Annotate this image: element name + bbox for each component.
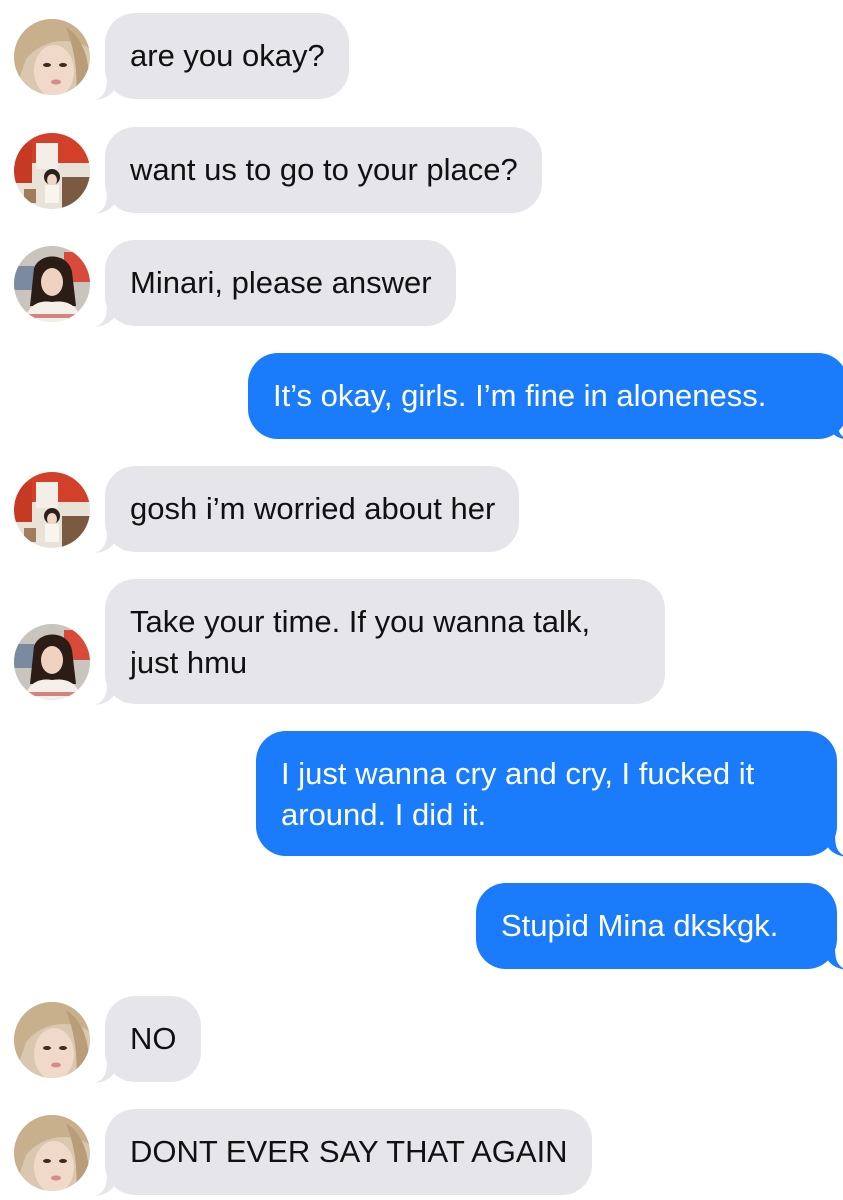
incoming-message: NO <box>0 996 843 1083</box>
incoming-message: gosh i’m worried about her <box>0 466 843 553</box>
message-thread[interactable]: are you okay? want us to go to your plac… <box>0 0 843 1200</box>
message-bubble[interactable]: It’s okay, girls. I’m fine in aloneness. <box>248 353 843 439</box>
avatar-brunette[interactable] <box>14 246 90 322</box>
bubble-tail <box>95 681 119 705</box>
message-bubble[interactable]: Take your time. If you wanna talk, just … <box>95 579 665 705</box>
bubble-tail <box>95 76 119 100</box>
message-text: Stupid Mina dkskgk. <box>501 908 779 943</box>
message-bubble[interactable]: are you okay? <box>95 13 349 100</box>
incoming-message: are you okay? <box>0 13 843 100</box>
bubble-tail <box>95 190 119 214</box>
avatar-blonde[interactable] <box>14 1115 90 1191</box>
bubble-tail <box>95 303 119 327</box>
incoming-message: want us to go to your place? <box>0 127 843 214</box>
message-text: Minari, please answer <box>130 265 432 300</box>
outgoing-message: I just wanna cry and cry, I fucked it ar… <box>0 731 843 857</box>
message-text: gosh i’m worried about her <box>130 491 496 526</box>
message-bubble[interactable]: Minari, please answer <box>95 240 456 327</box>
avatar-redroom[interactable] <box>14 133 90 209</box>
message-text: NO <box>130 1021 177 1056</box>
message-bubble[interactable]: want us to go to your place? <box>95 127 542 214</box>
message-text: want us to go to your place? <box>130 152 518 187</box>
message-text: DONT EVER SAY THAT AGAIN <box>130 1134 568 1169</box>
outgoing-message: It’s okay, girls. I’m fine in aloneness. <box>0 353 843 439</box>
message-text: It’s okay, girls. I’m fine in aloneness. <box>273 378 767 413</box>
incoming-message: Minari, please answer <box>0 240 843 327</box>
bubble-tail <box>823 946 843 970</box>
message-bubble[interactable]: DONT EVER SAY THAT AGAIN <box>95 1109 592 1196</box>
outgoing-message: Stupid Mina dkskgk. <box>0 883 843 970</box>
avatar-blonde[interactable] <box>14 1002 90 1078</box>
avatar-blonde[interactable] <box>14 19 90 95</box>
bubble-tail <box>95 1059 119 1083</box>
message-text: are you okay? <box>130 38 325 73</box>
avatar-brunette[interactable] <box>14 624 90 700</box>
incoming-message: Take your time. If you wanna talk, just … <box>0 579 843 705</box>
message-text: I just wanna cry and cry, I fucked it ar… <box>281 756 755 832</box>
bubble-tail <box>95 1172 119 1196</box>
avatar-redroom[interactable] <box>14 472 90 548</box>
bubble-tail <box>823 833 843 857</box>
message-bubble[interactable]: I just wanna cry and cry, I fucked it ar… <box>256 731 843 857</box>
bubble-tail <box>825 416 843 440</box>
incoming-message: DONT EVER SAY THAT AGAIN <box>0 1109 843 1196</box>
message-text: Take your time. If you wanna talk, just … <box>130 604 591 680</box>
message-bubble[interactable]: Stupid Mina dkskgk. <box>476 883 843 970</box>
message-bubble[interactable]: gosh i’m worried about her <box>95 466 520 553</box>
message-bubble[interactable]: NO <box>95 996 201 1083</box>
bubble-tail <box>95 529 119 553</box>
